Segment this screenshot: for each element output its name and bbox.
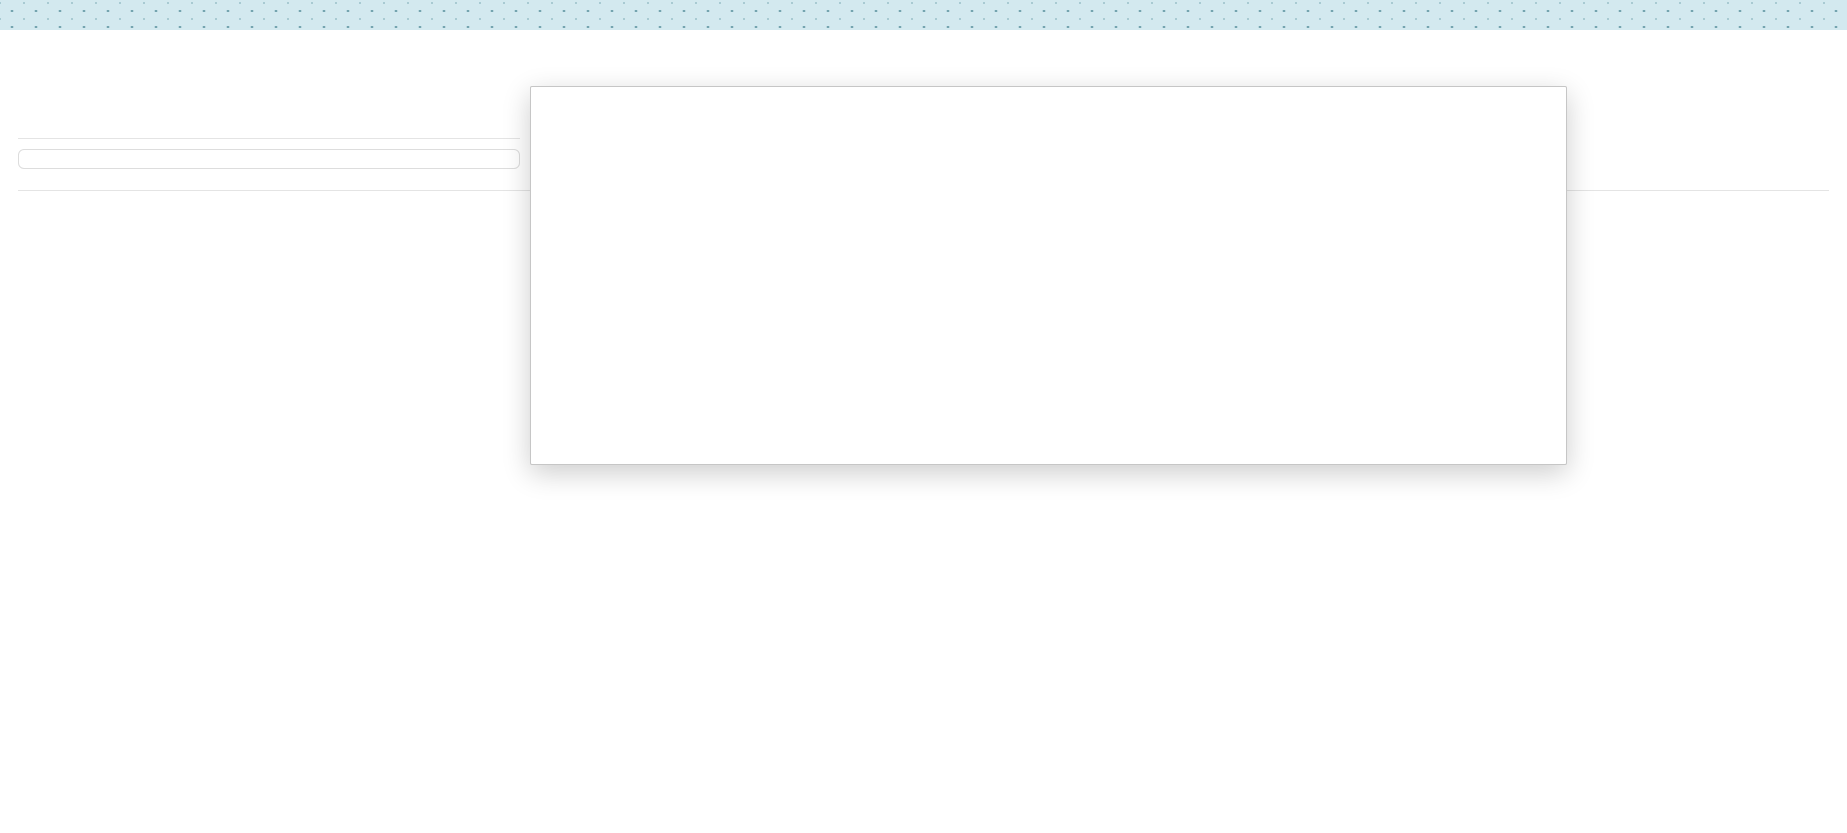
links-dialog — [530, 86, 1567, 465]
window-tab-bar — [0, 0, 1847, 30]
toolbar — [0, 30, 1847, 87]
app-icon — [0, 0, 28, 30]
registration-form — [18, 149, 520, 169]
registration-section-title — [18, 127, 520, 139]
tab-bar-decoration — [28, 0, 1847, 30]
